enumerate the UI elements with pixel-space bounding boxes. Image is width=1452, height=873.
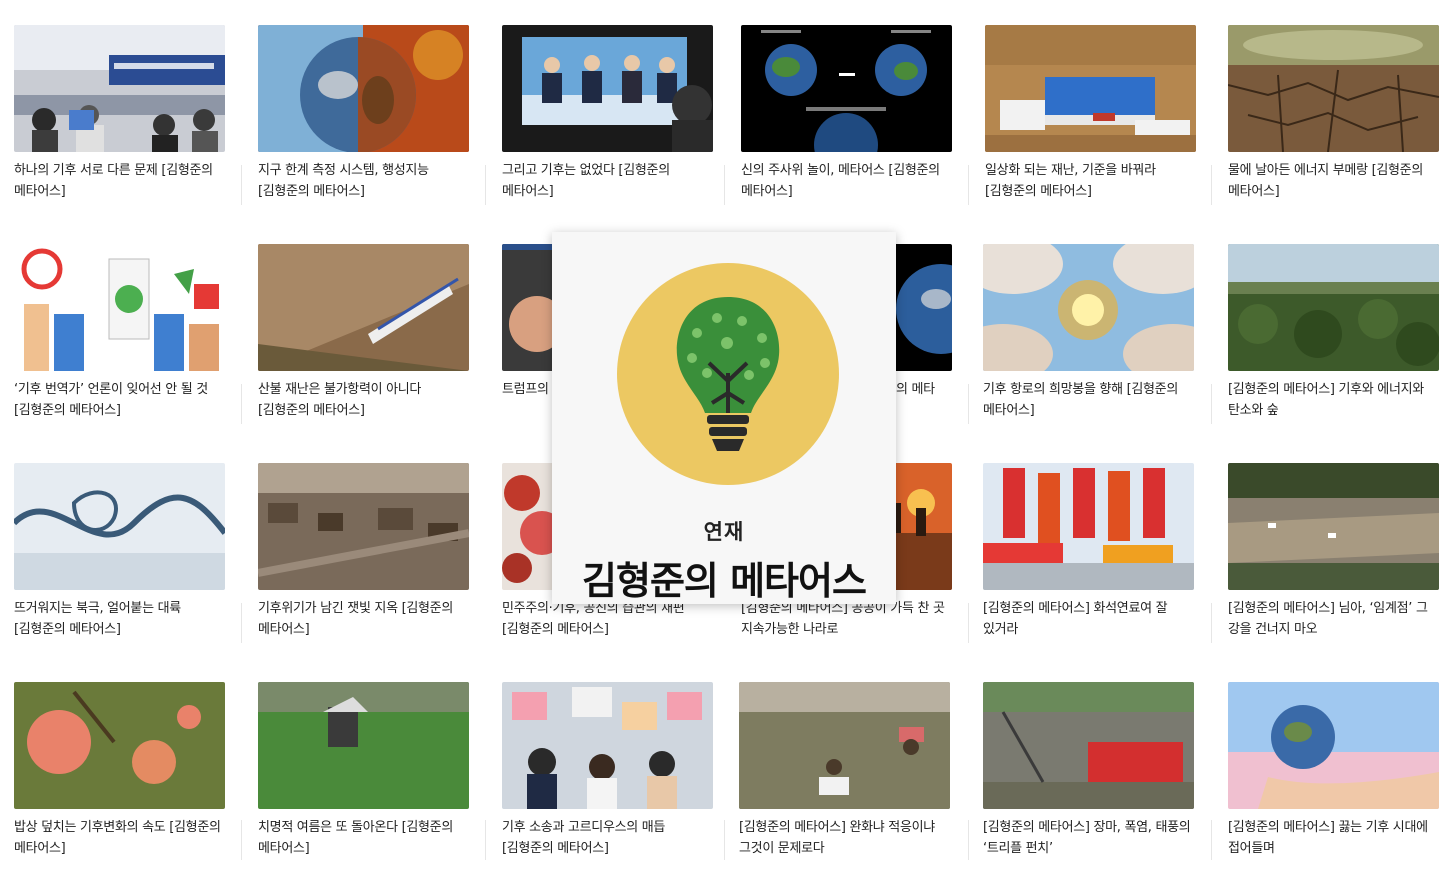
column-divider: [241, 820, 242, 860]
article-title[interactable]: [김형준의 메타어스] 님아, ‘임계점’ 그 강을 건너지 마오: [1228, 598, 1439, 640]
article-thumbnail[interactable]: [258, 25, 469, 152]
series-name: 김형준의 메타어스: [582, 559, 867, 603]
article-title[interactable]: 일상화 되는 재난, 기준을 바꿔라 [김형준의 메타어스]: [985, 160, 1196, 202]
column-divider: [1211, 820, 1212, 860]
article-card[interactable]: 기후위기가 남긴 잿빛 지옥 [김형준의 메타어스]: [258, 463, 469, 640]
column-divider: [1211, 165, 1212, 205]
article-card[interactable]: [김형준의 메타어스] 완화냐 적응이냐 그것이 문제로다: [739, 682, 950, 859]
article-thumbnail[interactable]: [1228, 244, 1439, 371]
article-title[interactable]: 치명적 여름은 또 돌아온다 [김형준의 메타어스]: [258, 817, 469, 859]
article-thumbnail[interactable]: [258, 244, 469, 371]
article-thumbnail[interactable]: [1228, 463, 1439, 590]
article-card[interactable]: 지구 한계 측정 시스템, 행성지능 [김형준의 메타어스]: [258, 25, 469, 202]
column-divider: [241, 603, 242, 643]
article-title[interactable]: 그리고 기후는 없었다 [김형준의 메타어스]: [502, 160, 713, 202]
column-divider: [1211, 603, 1212, 643]
article-title[interactable]: [김형준의 메타어스] 장마, 폭염, 태풍의 ‘트리플 펀치’: [983, 817, 1194, 859]
article-card[interactable]: 신의 주사위 놀이, 메타어스 [김형준의 메타어스]: [741, 25, 952, 202]
article-card[interactable]: 기후 항로의 희망봉을 향해 [김형준의 메타어스]: [983, 244, 1194, 421]
column-divider: [968, 820, 969, 860]
article-card[interactable]: 그리고 기후는 없었다 [김형준의 메타어스]: [502, 25, 713, 202]
article-card[interactable]: 일상화 되는 재난, 기준을 바꿔라 [김형준의 메타어스]: [985, 25, 1196, 202]
column-divider: [485, 820, 486, 860]
article-card[interactable]: [김형준의 메타어스] 화석연료여 잘 있거라: [983, 463, 1194, 640]
column-divider: [968, 603, 969, 643]
article-thumbnail[interactable]: [741, 25, 952, 152]
article-title[interactable]: 신의 주사위 놀이, 메타어스 [김형준의 메타어스]: [741, 160, 952, 202]
article-title[interactable]: ‘기후 번역가’ 언론이 잊어선 안 될 것 [김형준의 메타어스]: [14, 379, 225, 421]
article-thumbnail[interactable]: [14, 244, 225, 371]
article-thumbnail[interactable]: [983, 463, 1194, 590]
lightbulb-tree-icon: [676, 297, 780, 451]
column-divider: [485, 165, 486, 205]
article-thumbnail[interactable]: [14, 463, 225, 590]
article-card[interactable]: 산불 재난은 불가항력이 아니다 [김형준의 메타어스]: [258, 244, 469, 421]
article-thumbnail[interactable]: [739, 682, 950, 809]
series-overlay-card[interactable]: 연재 김형준의 메타어스: [552, 232, 896, 604]
series-label: 연재: [703, 520, 745, 544]
column-divider: [241, 165, 242, 205]
article-card[interactable]: [김형준의 메타어스] 끓는 기후 시대에 접어들며: [1228, 682, 1439, 859]
article-card[interactable]: [김형준의 메타어스] 님아, ‘임계점’ 그 강을 건너지 마오: [1228, 463, 1439, 640]
article-title[interactable]: 기후위기가 남긴 잿빛 지옥 [김형준의 메타어스]: [258, 598, 469, 640]
column-divider: [724, 165, 725, 205]
article-title[interactable]: 하나의 기후 서로 다른 문제 [김형준의 메타어스]: [14, 160, 225, 202]
column-divider: [968, 165, 969, 205]
column-divider: [1211, 384, 1212, 424]
article-title[interactable]: 물에 날아든 에너지 부메랑 [김형준의 메타어스]: [1228, 160, 1439, 202]
article-thumbnail[interactable]: [1228, 25, 1439, 152]
article-thumbnail[interactable]: [502, 682, 713, 809]
article-title[interactable]: 기후 항로의 희망봉을 향해 [김형준의 메타어스]: [983, 379, 1194, 421]
article-card[interactable]: [김형준의 메타어스] 장마, 폭염, 태풍의 ‘트리플 펀치’: [983, 682, 1194, 859]
column-divider: [724, 820, 725, 860]
article-title[interactable]: [김형준의 메타어스] 끓는 기후 시대에 접어들며: [1228, 817, 1439, 859]
article-thumbnail[interactable]: [1228, 682, 1439, 809]
article-title[interactable]: 기후 소송과 고르디우스의 매듭 [김형준의 메타어스]: [502, 817, 713, 859]
article-card[interactable]: 뜨거워지는 북극, 얼어붙는 대륙 [김형준의 메타어스]: [14, 463, 225, 640]
article-title[interactable]: 밥상 덮치는 기후변화의 속도 [김형준의 메타어스]: [14, 817, 225, 859]
article-thumbnail[interactable]: [502, 25, 713, 152]
article-card[interactable]: 기후 소송과 고르디우스의 매듭 [김형준의 메타어스]: [502, 682, 713, 859]
column-divider: [968, 384, 969, 424]
article-card[interactable]: [김형준의 메타어스] 기후와 에너지와 탄소와 숲: [1228, 244, 1439, 421]
article-thumbnail[interactable]: [985, 25, 1196, 152]
article-thumbnail[interactable]: [983, 244, 1194, 371]
article-card[interactable]: 하나의 기후 서로 다른 문제 [김형준의 메타어스]: [14, 25, 225, 202]
article-title[interactable]: [김형준의 메타어스] 화석연료여 잘 있거라: [983, 598, 1194, 640]
article-title[interactable]: [김형준의 메타어스] 완화냐 적응이냐 그것이 문제로다: [739, 817, 950, 859]
article-card[interactable]: ‘기후 번역가’ 언론이 잊어선 안 될 것 [김형준의 메타어스]: [14, 244, 225, 421]
article-thumbnail[interactable]: [983, 682, 1194, 809]
article-title[interactable]: 뜨거워지는 북극, 얼어붙는 대륙 [김형준의 메타어스]: [14, 598, 225, 640]
article-title[interactable]: [김형준의 메타어스] 기후와 에너지와 탄소와 숲: [1228, 379, 1439, 421]
article-card[interactable]: 밥상 덮치는 기후변화의 속도 [김형준의 메타어스]: [14, 682, 225, 859]
article-thumbnail[interactable]: [258, 682, 469, 809]
article-title[interactable]: 산불 재난은 불가항력이 아니다 [김형준의 메타어스]: [258, 379, 469, 421]
article-thumbnail[interactable]: [14, 25, 225, 152]
column-divider: [241, 384, 242, 424]
article-card[interactable]: 치명적 여름은 또 돌아온다 [김형준의 메타어스]: [258, 682, 469, 859]
article-title[interactable]: 지구 한계 측정 시스템, 행성지능 [김형준의 메타어스]: [258, 160, 469, 202]
article-thumbnail[interactable]: [258, 463, 469, 590]
article-card[interactable]: 물에 날아든 에너지 부메랑 [김형준의 메타어스]: [1228, 25, 1439, 202]
article-thumbnail[interactable]: [14, 682, 225, 809]
